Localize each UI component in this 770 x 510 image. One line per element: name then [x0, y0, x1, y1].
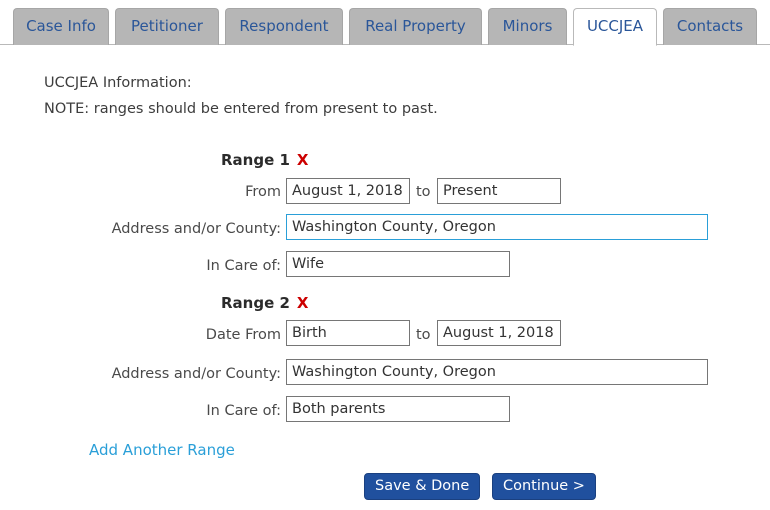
continue-button[interactable]: Continue > — [492, 473, 596, 500]
range-2-remove-button[interactable]: X — [297, 294, 309, 312]
range-1-from-label: From — [245, 184, 281, 200]
range-2-to-label: to — [416, 327, 431, 343]
range-1-remove-button[interactable]: X — [297, 151, 309, 169]
page-note: NOTE: ranges should be entered from pres… — [44, 101, 438, 117]
range-2-address-input[interactable] — [286, 359, 708, 385]
range-2-heading-label: Range 2 — [221, 294, 290, 312]
uccjea-form-page: Case Info Petitioner Respondent Real Pro… — [0, 0, 770, 510]
range-1-heading-label: Range 1 — [221, 151, 290, 169]
range-1-to-label: to — [416, 184, 431, 200]
range-2-to-input[interactable] — [437, 320, 561, 346]
range-2-heading: Range 2 X — [221, 294, 309, 312]
tab-uccjea[interactable]: UCCJEA — [573, 8, 657, 46]
tab-case-info[interactable]: Case Info — [13, 8, 109, 45]
tab-minors[interactable]: Minors — [488, 8, 567, 45]
tab-bar: Case Info Petitioner Respondent Real Pro… — [0, 0, 770, 46]
range-1-in-care-of-label: In Care of: — [206, 258, 281, 274]
tab-contacts[interactable]: Contacts — [663, 8, 757, 45]
tab-respondent[interactable]: Respondent — [225, 8, 343, 45]
tab-petitioner[interactable]: Petitioner — [115, 8, 219, 45]
tab-real-property[interactable]: Real Property — [349, 8, 482, 45]
range-2-in-care-of-input[interactable] — [286, 396, 510, 422]
range-1-from-input[interactable] — [286, 178, 410, 204]
range-2-from-label: Date From — [205, 327, 281, 343]
add-another-range-link[interactable]: Add Another Range — [89, 441, 235, 459]
range-1-to-input[interactable] — [437, 178, 561, 204]
range-1-address-input[interactable] — [286, 214, 708, 240]
range-1-in-care-of-input[interactable] — [286, 251, 510, 277]
range-2-in-care-of-label: In Care of: — [206, 403, 281, 419]
range-1-address-label: Address and/or County: — [111, 221, 281, 237]
range-2-from-input[interactable] — [286, 320, 410, 346]
range-1-heading: Range 1 X — [221, 151, 309, 169]
range-2-address-label: Address and/or County: — [111, 366, 281, 382]
page-title: UCCJEA Information: — [44, 75, 192, 91]
save-and-done-button[interactable]: Save & Done — [364, 473, 481, 500]
